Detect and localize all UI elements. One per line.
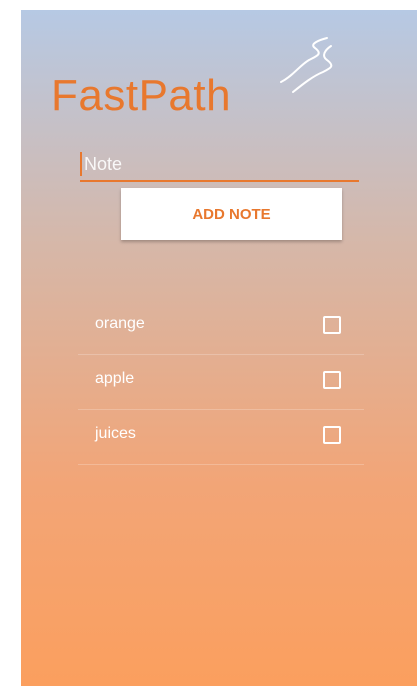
list-item[interactable]: apple xyxy=(78,355,364,410)
notes-list: orange apple juices xyxy=(78,300,364,465)
note-field[interactable] xyxy=(80,148,359,182)
note-input[interactable] xyxy=(84,153,344,175)
checkbox[interactable] xyxy=(323,426,341,444)
note-label: juices xyxy=(95,425,136,442)
list-item[interactable]: orange xyxy=(78,300,364,355)
app-title: FastPath xyxy=(51,71,232,120)
text-cursor xyxy=(80,152,82,176)
note-label: apple xyxy=(95,370,135,387)
note-label: orange xyxy=(95,315,145,332)
app-screen: FastPath ADD NOTE orange apple juices xyxy=(21,10,417,686)
list-item[interactable]: juices xyxy=(78,410,364,465)
checkbox[interactable] xyxy=(323,371,341,389)
checkbox[interactable] xyxy=(323,316,341,334)
road-path-icon xyxy=(280,37,333,93)
add-note-button[interactable]: ADD NOTE xyxy=(121,188,342,240)
